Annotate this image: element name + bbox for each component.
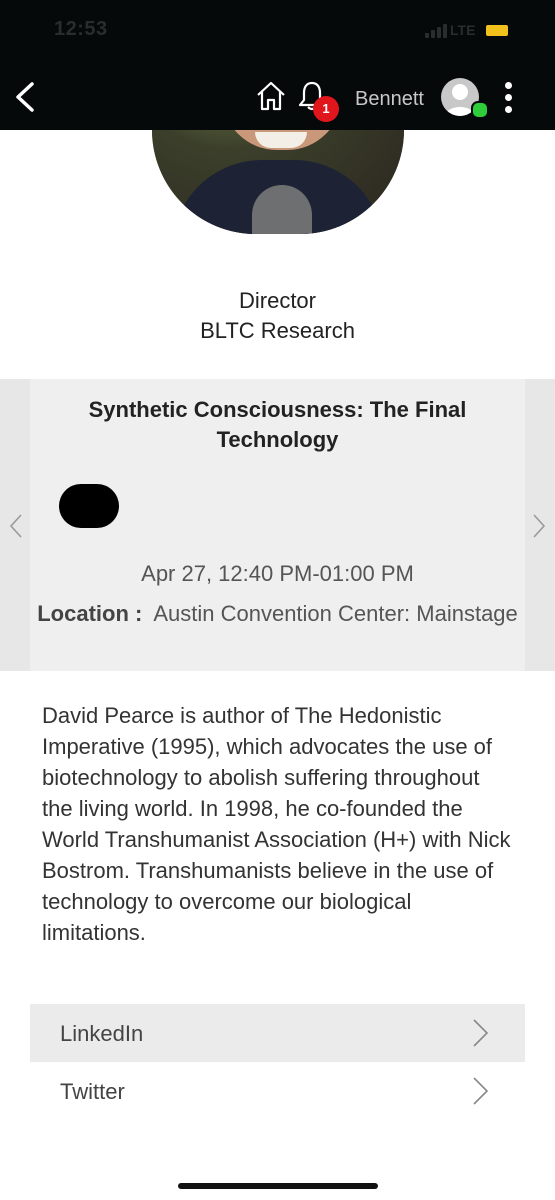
chevron-right-icon	[473, 1019, 489, 1047]
session-time: Apr 27, 12:40 PM-01:00 PM	[141, 561, 414, 586]
speaker-organization: BLTC Research	[200, 318, 355, 343]
app-header: 1 Bennett	[0, 60, 555, 130]
notification-badge[interactable]: 1	[313, 96, 339, 122]
link-label: LinkedIn	[60, 1021, 144, 1046]
back-icon[interactable]	[12, 80, 40, 114]
speaker-bio: David Pearce is author of The Hedonistic…	[42, 703, 511, 945]
online-status-dot	[471, 101, 489, 119]
home-icon[interactable]	[255, 80, 287, 112]
chevron-left-icon[interactable]	[8, 512, 24, 540]
status-time: 12:53	[54, 18, 108, 40]
link-label: Twitter	[60, 1079, 125, 1104]
location-label: Location :	[37, 601, 143, 626]
chevron-right-icon[interactable]	[531, 512, 547, 540]
session-location: Location : Austin Convention Center: Mai…	[30, 598, 525, 629]
battery-icon	[486, 25, 508, 36]
session-title[interactable]: Synthetic Consciousness: The Final Techn…	[60, 395, 495, 455]
chevron-right-icon	[473, 1077, 489, 1105]
speaker-photo	[152, 130, 404, 234]
speaker-role: Director	[238, 288, 316, 313]
redaction-mark	[59, 484, 119, 528]
link-twitter[interactable]: Twitter	[30, 1062, 525, 1120]
network-label: LTE	[450, 22, 476, 38]
status-bar: 12:53 LTE	[0, 0, 555, 60]
link-linkedin[interactable]: LinkedIn	[30, 1004, 525, 1062]
user-name[interactable]: Bennett	[355, 88, 424, 111]
signal-icon	[425, 24, 447, 38]
home-indicator[interactable]	[178, 1183, 378, 1189]
kebab-menu-icon[interactable]	[500, 82, 516, 114]
location-value: Austin Convention Center: Mainstage	[153, 601, 518, 626]
